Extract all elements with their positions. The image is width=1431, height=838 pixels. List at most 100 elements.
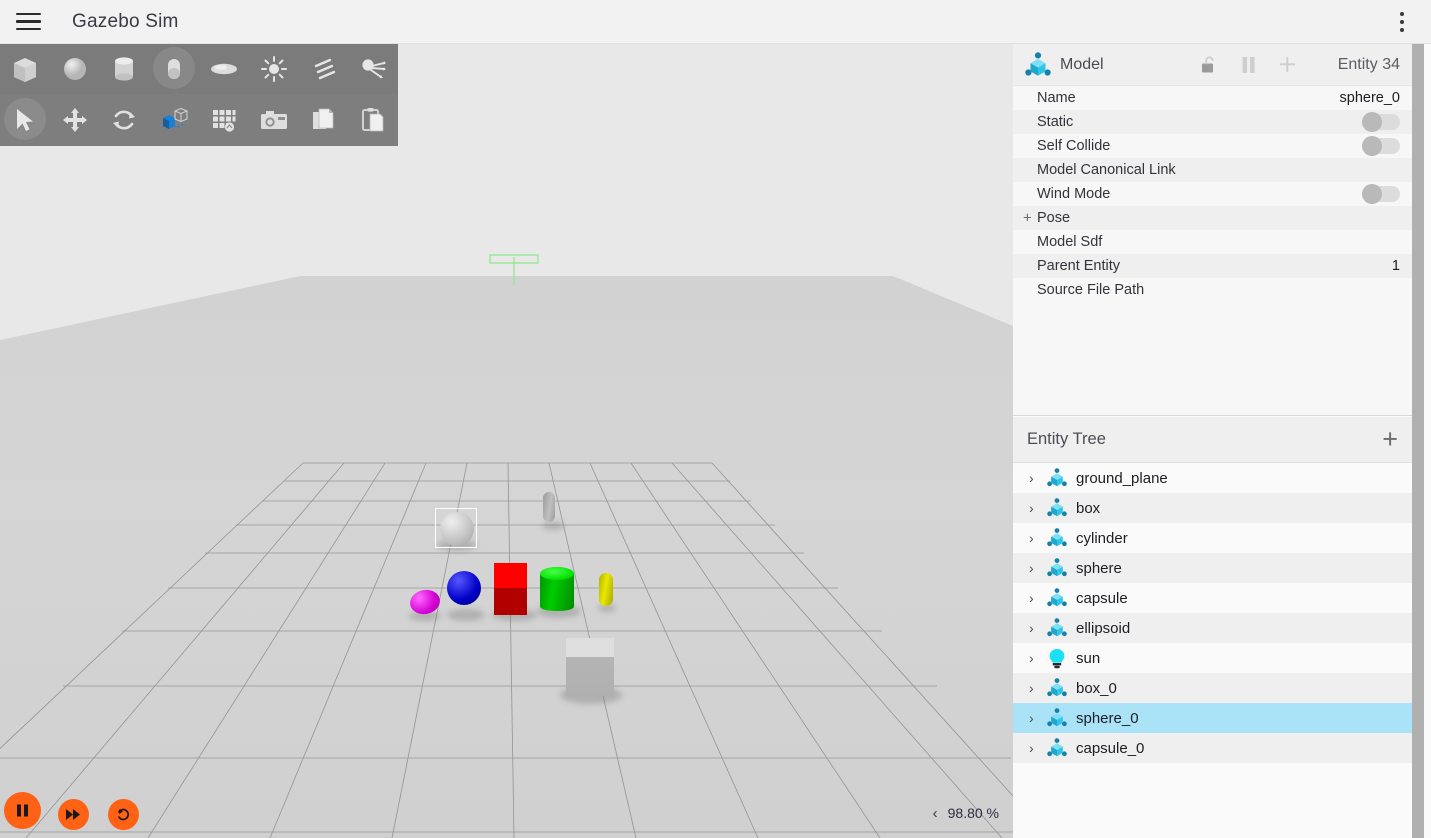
property-name: Self Collide — [1037, 138, 1111, 154]
chevron-right-icon[interactable]: › — [1029, 740, 1045, 756]
toolbar-button-ellipsoid[interactable] — [199, 44, 249, 94]
grid-icon — [212, 110, 236, 132]
toolbar-button-paste[interactable] — [348, 95, 398, 145]
step-forward-button[interactable] — [58, 799, 89, 830]
entity-tree-list: › ground_plane › box › cylinder › sphere › c… — [1013, 463, 1412, 763]
capsule-gray-far[interactable] — [543, 492, 555, 522]
property-row[interactable]: Wind Mode — [1013, 182, 1412, 206]
property-toggle[interactable] — [1362, 136, 1400, 156]
cylinder-icon — [115, 57, 134, 81]
entity-tree-item-cylinder[interactable]: › cylinder — [1013, 523, 1412, 553]
chevron-right-icon[interactable]: › — [1029, 560, 1045, 576]
chevron-right-icon[interactable]: › — [1029, 680, 1045, 696]
kebab-menu-icon[interactable] — [1387, 0, 1417, 44]
property-row[interactable]: Name sphere_0 — [1013, 86, 1412, 110]
entity-tree-item-box[interactable]: › box — [1013, 493, 1412, 523]
model-node-icon — [1045, 467, 1069, 489]
expand-toggle-icon[interactable]: + — [1023, 211, 1032, 226]
property-toggle[interactable] — [1362, 184, 1400, 204]
3d-viewport[interactable]: ‹ 98.80 % — [0, 44, 1013, 838]
toolbar-button-rotate[interactable] — [100, 95, 150, 145]
toolbar-button-directional-light[interactable] — [299, 44, 349, 94]
entity-tree-item-label: ellipsoid — [1076, 619, 1131, 637]
shadow — [447, 609, 485, 621]
point-light-icon — [260, 56, 287, 82]
toolbar-button-cylinder[interactable] — [100, 44, 150, 94]
model-node-icon — [1045, 497, 1069, 519]
box-red[interactable] — [494, 563, 527, 615]
model-node-icon — [1045, 677, 1069, 699]
toolbar-button-point-light[interactable] — [249, 44, 299, 94]
property-row[interactable]: Model Canonical Link — [1013, 158, 1412, 182]
entity-tree-title: Entity Tree — [1027, 430, 1106, 448]
plus-icon[interactable] — [1279, 56, 1296, 73]
chevron-right-icon[interactable]: › — [1029, 500, 1045, 516]
sphere-blue[interactable] — [447, 571, 481, 605]
entity-tree-item-ellipsoid[interactable]: › ellipsoid — [1013, 613, 1412, 643]
entity-tree-item-sphere_0[interactable]: › sphere_0 — [1013, 703, 1412, 733]
toolbar-button-sphere[interactable] — [50, 44, 100, 94]
paste-icon — [362, 108, 384, 132]
model-node-icon — [1045, 617, 1069, 639]
entity-tree-item-label: box_0 — [1076, 679, 1117, 697]
chevron-right-icon[interactable]: › — [1029, 590, 1045, 606]
toolbar-button-select[interactable] — [0, 95, 50, 145]
property-name: Parent Entity — [1037, 258, 1121, 274]
reset-loop-icon — [118, 808, 130, 821]
pause-icon[interactable] — [1240, 56, 1257, 74]
property-name: Model Canonical Link — [1037, 162, 1176, 178]
chevron-right-icon[interactable]: › — [1029, 650, 1045, 666]
model-panel-title: Model — [1060, 55, 1104, 73]
unlock-icon[interactable] — [1200, 55, 1218, 74]
add-entity-button[interactable]: + — [1382, 426, 1398, 453]
title-bar: Gazebo Sim — [0, 0, 1431, 44]
copy-icon — [313, 108, 334, 129]
model-panel-header: Model Entity 34 — [1013, 44, 1412, 86]
capsule-icon — [168, 59, 181, 79]
property-toggle[interactable] — [1362, 112, 1400, 132]
entity-tree-item-box_0[interactable]: › box_0 — [1013, 673, 1412, 703]
toolbar-button-copy[interactable] — [299, 95, 349, 145]
entity-tree-header: Entity Tree + — [1013, 417, 1412, 463]
entity-tree-item-label: box — [1076, 499, 1101, 517]
property-row[interactable]: Source File Path — [1013, 278, 1412, 302]
entity-tree-item-label: sphere_0 — [1076, 709, 1139, 727]
ellipsoid-icon — [210, 63, 237, 75]
entity-tree-item-capsule_0[interactable]: › capsule_0 — [1013, 733, 1412, 763]
model-property-list: Name sphere_0 Static Self Collide Model Cano… — [1013, 86, 1412, 302]
property-row[interactable]: Model Sdf — [1013, 230, 1412, 254]
property-name: Static — [1037, 114, 1074, 130]
model-node-icon — [1045, 737, 1069, 759]
entity-tree-item-sphere[interactable]: › sphere — [1013, 553, 1412, 583]
entity-tree-item-ground_plane[interactable]: › ground_plane — [1013, 463, 1412, 493]
entity-tree-item-sun[interactable]: › sun — [1013, 643, 1412, 673]
chevron-right-icon[interactable]: › — [1029, 530, 1045, 546]
chevron-right-icon[interactable]: › — [1029, 710, 1045, 726]
toolbar-button-spot-light[interactable] — [348, 44, 398, 94]
property-name: Source File Path — [1037, 282, 1145, 298]
toolbar-button-screenshot[interactable] — [249, 95, 299, 145]
property-row[interactable]: Self Collide — [1013, 134, 1412, 158]
entity-tree-item-label: cylinder — [1076, 529, 1128, 547]
property-row[interactable]: Parent Entity 1 — [1013, 254, 1412, 278]
property-name: Wind Mode — [1037, 186, 1111, 202]
property-row[interactable]: + Pose — [1013, 206, 1412, 230]
property-row[interactable]: Static — [1013, 110, 1412, 134]
entity-tree-item-label: sphere — [1076, 559, 1122, 577]
box-white[interactable] — [566, 638, 614, 696]
capsule-yellow[interactable] — [599, 573, 613, 606]
toolbar-button-translate[interactable] — [50, 95, 100, 145]
toolbar-button-capsule[interactable] — [149, 44, 199, 94]
toolbar-button-transform-snap[interactable] — [149, 95, 199, 145]
hamburger-menu-icon[interactable] — [6, 0, 50, 44]
playback-controls — [0, 782, 160, 838]
chevron-right-icon[interactable]: › — [1029, 470, 1045, 486]
toolbar-button-box[interactable] — [0, 44, 50, 94]
reset-button[interactable] — [108, 799, 139, 830]
pause-button[interactable] — [4, 792, 41, 829]
collapse-chevron-icon[interactable]: ‹ — [933, 806, 938, 821]
chevron-right-icon[interactable]: › — [1029, 620, 1045, 636]
entity-tree-item-capsule[interactable]: › capsule — [1013, 583, 1412, 613]
panel-scrollbar[interactable] — [1412, 44, 1424, 838]
toolbar-button-grid[interactable] — [199, 95, 249, 145]
